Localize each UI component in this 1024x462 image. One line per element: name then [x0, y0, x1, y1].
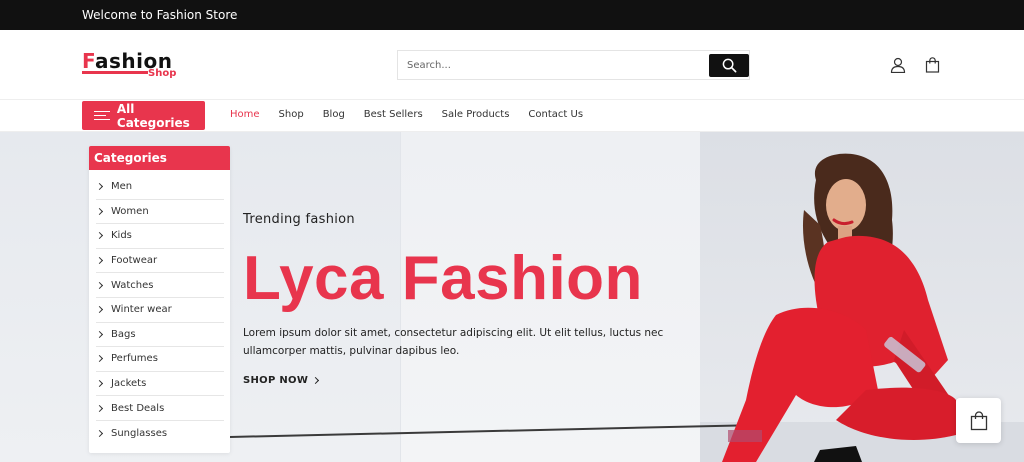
- floating-cart-button[interactable]: [956, 398, 1001, 443]
- chevron-right-icon: [95, 330, 104, 338]
- search-icon: [722, 58, 736, 73]
- category-item[interactable]: Men: [95, 175, 224, 200]
- site-logo[interactable]: Fashion Shop: [82, 50, 182, 82]
- nav-links: Home Shop Blog Best Sellers Sale Product…: [230, 109, 602, 120]
- category-item[interactable]: Best Deals: [95, 396, 224, 421]
- all-categories-button[interactable]: All Categories: [82, 101, 205, 130]
- chevron-right-icon: [95, 281, 104, 289]
- nav-link-shop[interactable]: Shop: [279, 109, 304, 120]
- search-input[interactable]: [398, 51, 710, 79]
- search-button[interactable]: [709, 54, 749, 77]
- hero-title: Lyca Fashion: [243, 244, 643, 313]
- shopping-bag-icon: [925, 57, 940, 73]
- chevron-right-icon: [95, 207, 104, 215]
- shopping-bag-icon: [970, 410, 987, 430]
- all-categories-label: All Categories: [116, 101, 190, 130]
- logo-underline: [82, 71, 148, 74]
- nav-link-blog[interactable]: Blog: [323, 109, 345, 120]
- account-button[interactable]: [890, 57, 906, 78]
- chevron-right-icon: [95, 257, 104, 265]
- nav-link-sale-products[interactable]: Sale Products: [442, 109, 510, 120]
- chevron-right-icon: [95, 306, 104, 314]
- category-item[interactable]: Winter wear: [95, 298, 224, 323]
- category-item[interactable]: Perfumes: [95, 347, 224, 372]
- header: Fashion Shop: [0, 30, 1024, 100]
- chevron-right-icon: [312, 376, 320, 385]
- cart-button[interactable]: [925, 57, 940, 78]
- categories-panel: Categories Men Women Kids Footwear Watch…: [89, 146, 230, 453]
- category-item[interactable]: Sunglasses: [95, 421, 224, 446]
- nav-link-home[interactable]: Home: [230, 109, 260, 120]
- top-bar: Welcome to Fashion Store: [0, 0, 1024, 30]
- user-icon: [890, 57, 906, 74]
- category-item[interactable]: Women: [95, 200, 224, 225]
- chevron-right-icon: [95, 404, 104, 412]
- chevron-right-icon: [95, 380, 104, 388]
- category-item[interactable]: Watches: [95, 273, 224, 298]
- nav-link-contact-us[interactable]: Contact Us: [528, 109, 583, 120]
- main-nav: All Categories Home Shop Blog Best Selle…: [0, 100, 1024, 132]
- chevron-right-icon: [95, 429, 104, 437]
- welcome-text: Welcome to Fashion Store: [82, 8, 238, 22]
- hero-description: Lorem ipsum dolor sit amet, consectetur …: [243, 327, 664, 357]
- nav-link-best-sellers[interactable]: Best Sellers: [364, 109, 423, 120]
- menu-icon: [94, 110, 110, 121]
- chevron-right-icon: [95, 355, 104, 363]
- search-bar: [397, 50, 750, 80]
- shop-now-button[interactable]: SHOP NOW: [243, 375, 320, 386]
- category-item[interactable]: Footwear: [95, 249, 224, 274]
- chevron-right-icon: [95, 232, 104, 240]
- chevron-right-icon: [95, 183, 104, 191]
- logo-sub-text: Shop: [148, 68, 177, 79]
- category-item[interactable]: Jackets: [95, 372, 224, 397]
- categories-list: Men Women Kids Footwear Watches Winter w…: [89, 170, 230, 446]
- category-item[interactable]: Bags: [95, 323, 224, 348]
- category-item[interactable]: Kids: [95, 224, 224, 249]
- hero-model-image: [722, 153, 956, 462]
- hero-subtitle: Trending fashion: [243, 212, 355, 227]
- categories-title: Categories: [89, 146, 230, 170]
